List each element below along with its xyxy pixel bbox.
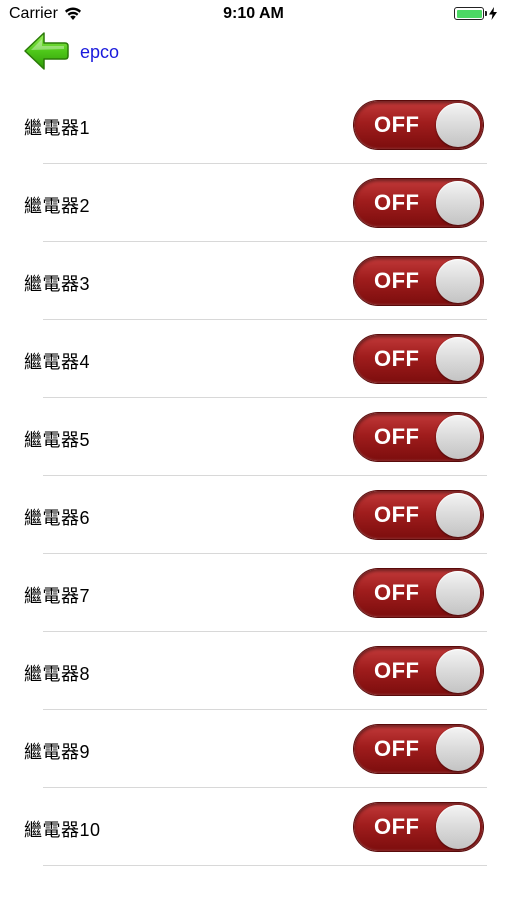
- relay-toggle-switch[interactable]: OFF: [354, 569, 483, 617]
- navigation-bar: epco: [0, 28, 507, 74]
- relay-toggle-switch[interactable]: OFF: [354, 335, 483, 383]
- relay-row: 繼電器10 OFF: [0, 788, 507, 866]
- toggle-state-label: OFF: [374, 502, 420, 527]
- relay-label: 繼電器6: [24, 508, 91, 528]
- relay-label: 繼電器10: [24, 820, 101, 840]
- relay-row: 繼電器8 OFF: [0, 632, 507, 710]
- relay-toggle-switch[interactable]: OFF: [354, 101, 483, 149]
- green-back-arrow-icon: [24, 32, 69, 70]
- relay-toggle-switch[interactable]: OFF: [354, 491, 483, 539]
- relay-toggle-switch[interactable]: OFF: [354, 725, 483, 773]
- toggle-state-label: OFF: [374, 346, 420, 371]
- relay-label: 繼電器2: [24, 196, 91, 216]
- back-button[interactable]: [22, 30, 70, 72]
- relay-row: 繼電器2 OFF: [0, 164, 507, 242]
- relay-toggle-switch[interactable]: OFF: [354, 647, 483, 695]
- relay-toggle-switch[interactable]: OFF: [354, 803, 483, 851]
- relay-toggle-switch[interactable]: OFF: [354, 257, 483, 305]
- relay-label: 繼電器5: [24, 430, 91, 450]
- toggle-state-label: OFF: [374, 736, 420, 761]
- status-bar: Carrier 9:10 AM: [0, 0, 507, 30]
- toggle-knob: [436, 337, 480, 381]
- relay-toggle-switch[interactable]: OFF: [354, 413, 483, 461]
- row-divider: [43, 865, 487, 866]
- toggle-knob: [436, 259, 480, 303]
- relay-list: 繼電器1 OFF 繼電器2 OFF 繼電器3 OFF 繼電器4 OFF 繼電器5 OFF 繼電器6 O…: [0, 86, 507, 866]
- relay-label: 繼電器4: [24, 352, 91, 372]
- toggle-state-label: OFF: [374, 112, 420, 137]
- relay-label: 繼電器3: [24, 274, 91, 294]
- toggle-knob: [436, 727, 480, 771]
- toggle-knob: [436, 571, 480, 615]
- toggle-knob: [436, 805, 480, 849]
- relay-label: 繼電器7: [24, 586, 91, 606]
- toggle-state-label: OFF: [374, 580, 420, 605]
- relay-label: 繼電器9: [24, 742, 91, 762]
- battery-icon: [454, 7, 497, 20]
- battery-level: [456, 9, 482, 18]
- toggle-state-label: OFF: [374, 658, 420, 683]
- toggle-knob: [436, 181, 480, 225]
- relay-label: 繼電器1: [24, 118, 91, 138]
- toggle-knob: [436, 103, 480, 147]
- toggle-state-label: OFF: [374, 424, 420, 449]
- toggle-knob: [436, 415, 480, 459]
- toggle-state-label: OFF: [374, 190, 420, 215]
- toggle-knob: [436, 649, 480, 693]
- relay-row: 繼電器7 OFF: [0, 554, 507, 632]
- relay-row: 繼電器1 OFF: [0, 86, 507, 164]
- relay-label: 繼電器8: [24, 664, 91, 684]
- relay-row: 繼電器6 OFF: [0, 476, 507, 554]
- relay-row: 繼電器3 OFF: [0, 242, 507, 320]
- nav-title[interactable]: epco: [80, 42, 119, 63]
- relay-row: 繼電器4 OFF: [0, 320, 507, 398]
- toggle-state-label: OFF: [374, 268, 420, 293]
- charging-bolt-icon: [489, 7, 497, 20]
- clock: 9:10 AM: [223, 5, 284, 22]
- relay-toggle-switch[interactable]: OFF: [354, 179, 483, 227]
- relay-row: 繼電器5 OFF: [0, 398, 507, 476]
- toggle-knob: [436, 493, 480, 537]
- relay-row: 繼電器9 OFF: [0, 710, 507, 788]
- toggle-state-label: OFF: [374, 814, 420, 839]
